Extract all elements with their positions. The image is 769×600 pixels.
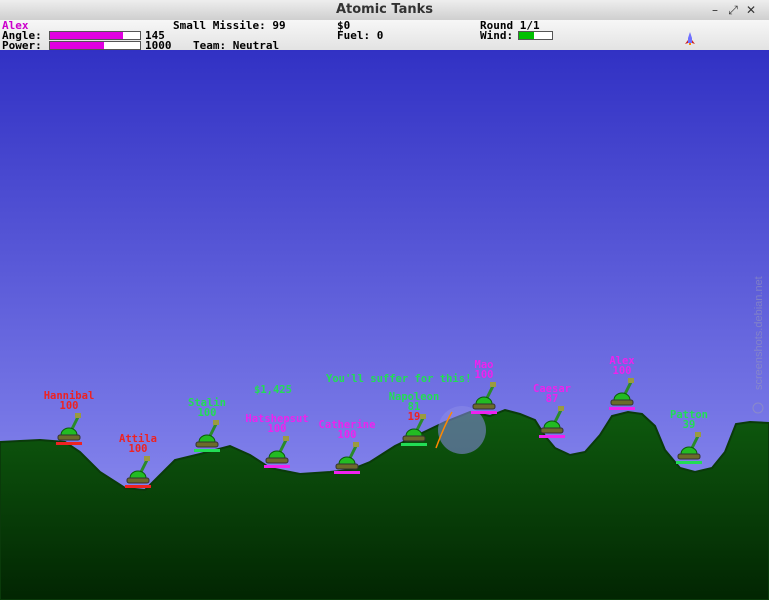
close-button[interactable]: ✕	[744, 3, 758, 17]
weapon-missile-icon[interactable]	[684, 32, 696, 45]
money-award-text: $1,425	[254, 384, 292, 396]
tank-shield-bar	[539, 435, 565, 438]
tank-body	[126, 477, 150, 484]
tank-health-label: 100	[338, 429, 357, 441]
angle-gauge	[49, 31, 141, 40]
watermark: screenshots.debian.net	[753, 276, 765, 390]
tank-health-label: 39	[683, 419, 696, 431]
wind-label: Wind:	[480, 29, 514, 42]
tank-muzzle	[558, 406, 564, 411]
battlefield-canvas: Hannibal100Attila100Stalin100 Hatshepsut1…	[0, 50, 769, 600]
tank-muzzle	[213, 420, 219, 425]
tank-health-label: 100	[129, 443, 148, 455]
tank-body	[472, 403, 496, 410]
window-title: Atomic Tanks	[335, 2, 434, 17]
tank-health-label: 100	[60, 400, 79, 412]
tank-muzzle	[144, 456, 150, 461]
tank-health-label: 100	[475, 369, 494, 381]
tank-shield-bar	[401, 443, 427, 446]
tank-shield-bar	[264, 465, 290, 468]
tank-health-label: 100	[268, 423, 287, 435]
tank-muzzle	[283, 436, 289, 441]
tank-shield-bar	[56, 442, 82, 445]
tank-shield-bar	[471, 411, 497, 414]
fuel-status: Fuel: 0	[337, 29, 384, 42]
tank-health-label: 100	[198, 407, 217, 419]
tank-muzzle	[628, 378, 634, 383]
tank-shield-bar	[125, 485, 151, 488]
wind-gauge-fill	[519, 32, 534, 39]
battlefield[interactable]: Hannibal 100 Attila 100 Stalin 100 Hatshepsut 1…	[0, 50, 769, 600]
tank-muzzle	[490, 382, 496, 387]
tank-muzzle	[75, 413, 81, 418]
tank-muzzle	[353, 442, 359, 447]
tank-shield-bar	[194, 449, 220, 452]
tank-body	[610, 399, 634, 406]
tank-body	[195, 441, 219, 448]
tank-body	[677, 453, 701, 460]
tank-shield-bar	[609, 407, 635, 410]
tank-body	[540, 427, 564, 434]
wind-gauge	[518, 31, 553, 40]
tank-body	[335, 463, 359, 470]
power-gauge	[49, 41, 141, 50]
tank-muzzle	[420, 414, 426, 419]
tank-muzzle	[695, 432, 701, 437]
tank-body	[402, 435, 426, 442]
tank-shield-bar	[334, 471, 360, 474]
tank-health-label: 87	[546, 393, 559, 405]
angle-gauge-fill	[50, 32, 123, 39]
status-panel: Alex Angle: 145 Power: 1000 Small Missil…	[0, 19, 769, 51]
power-gauge-fill	[50, 42, 104, 49]
minimize-button[interactable]: –	[708, 3, 722, 17]
tank-health-label: 100	[613, 365, 632, 377]
tank-shield-bar	[676, 461, 702, 464]
title-bar: Atomic Tanks – ⤢ ✕	[0, 0, 769, 21]
weapon-status: Small Missile: 99	[173, 19, 286, 32]
tank-body	[265, 457, 289, 464]
tank-body	[57, 434, 81, 441]
maximize-button[interactable]: ⤢	[726, 3, 740, 17]
tank-damage-label: 19	[408, 411, 421, 423]
taunt-text: You'll suffer for this!	[326, 373, 471, 385]
